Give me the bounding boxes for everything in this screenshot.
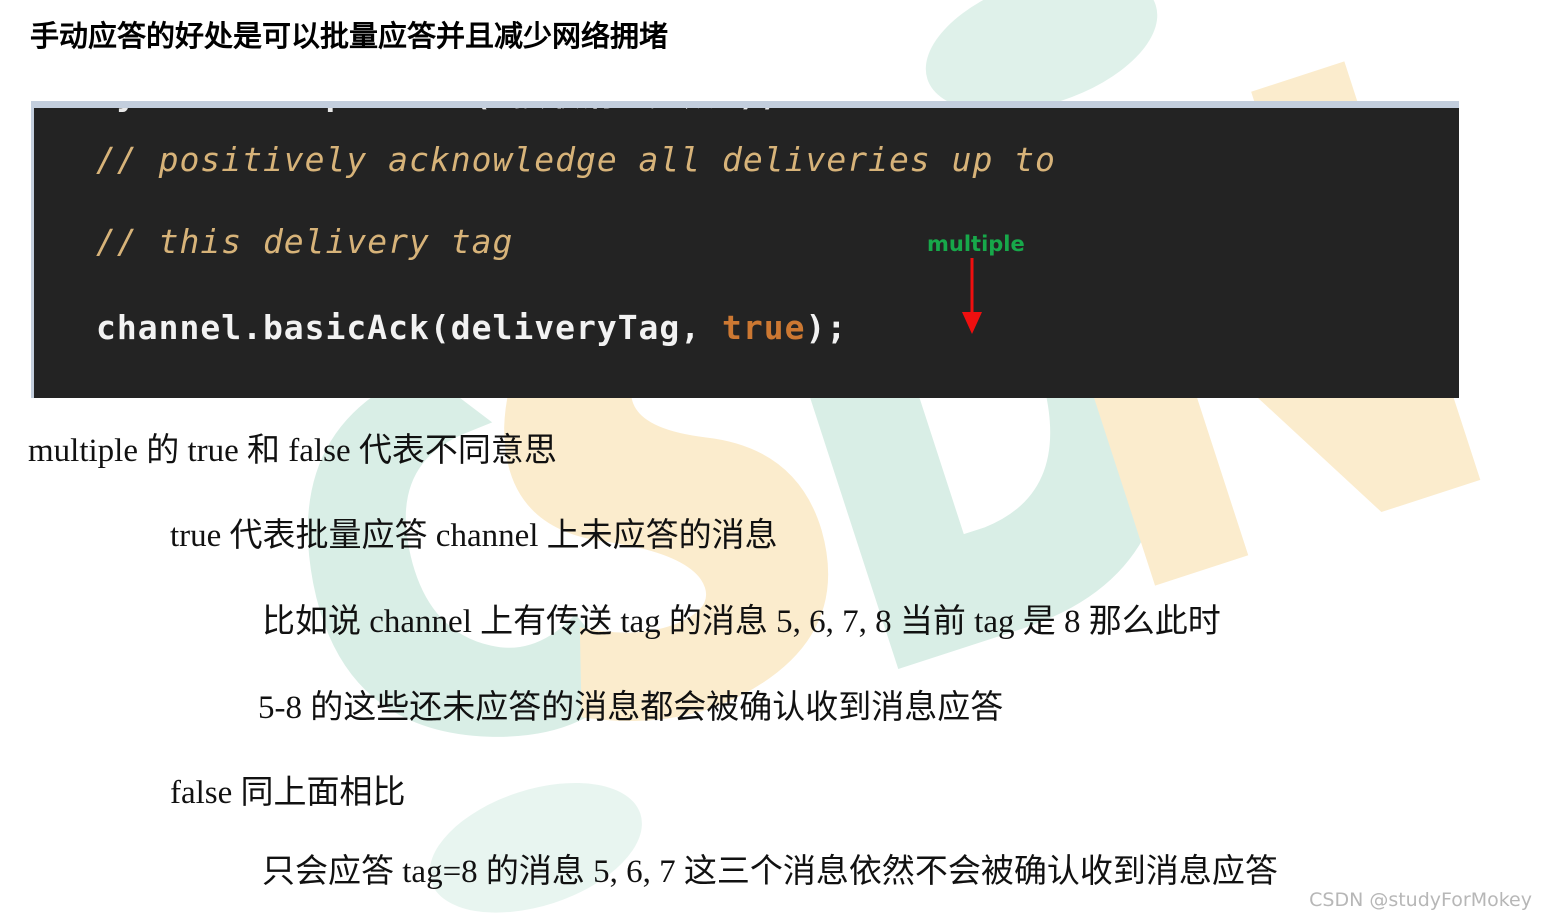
annotation-arrow-down-icon [962,258,982,334]
body-line-4: false 同上面相比 [170,775,406,811]
body-line-3: 5-8 的这些还未应答的消息都会被确认收到消息应答 [258,690,1004,726]
body-line-2: 比如说 channel 上有传送 tag 的消息 5, 6, 7, 8 当前 t… [262,604,1221,640]
code-line-basic-ack: channel.basicAck(deliveryTag, true); [96,308,847,348]
code-snippet-block: System.out.println("接收消息完成"); // positiv… [31,101,1459,398]
page-title: 手动应答的好处是可以批量应答并且减少网络拥堵 [30,19,669,53]
code-line-clipped: System.out.println("接收消息完成"); [96,108,780,114]
code-token-true-literal: true [722,308,806,347]
csdn-author-credit: CSDN @studyForMokey [1309,889,1532,911]
body-line-5: 只会应答 tag=8 的消息 5, 6, 7 这三个消息依然不会被确认收到消息应… [262,854,1278,890]
code-line-comment-1: // positively acknowledge all deliveries… [96,140,1056,179]
code-token-prefix: channel.basicAck(deliveryTag, [96,308,723,347]
annotation-label-multiple: multiple [927,232,1025,256]
body-line-1: true 代表批量应答 channel 上未应答的消息 [170,518,778,554]
code-line-comment-2: // this delivery tag [96,222,514,261]
body-line-0: multiple 的 true 和 false 代表不同意思 [28,433,557,469]
code-token-suffix: ); [805,308,848,347]
